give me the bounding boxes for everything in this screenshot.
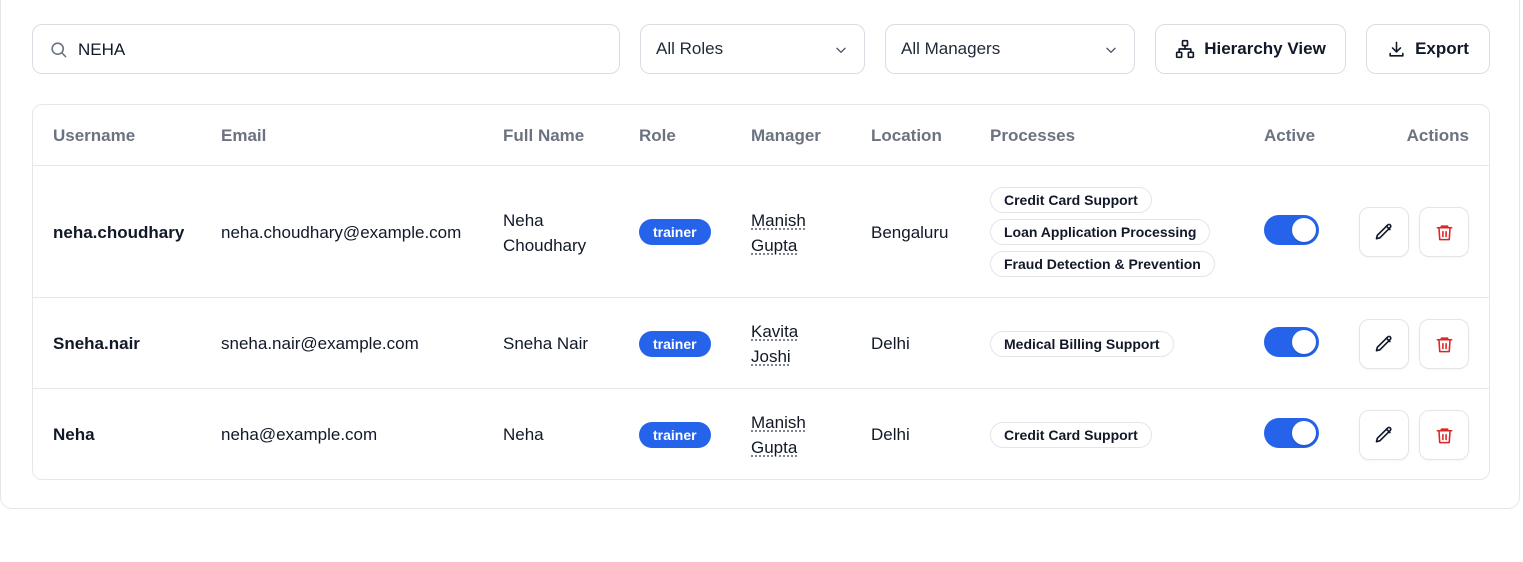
cell-full-name: Neha Choudhary xyxy=(503,208,586,258)
active-toggle[interactable] xyxy=(1264,215,1319,245)
active-toggle[interactable] xyxy=(1264,327,1319,357)
search-icon xyxy=(51,42,67,58)
hierarchy-icon xyxy=(1176,39,1195,59)
pencil-icon xyxy=(1375,426,1392,443)
toggle-knob xyxy=(1292,330,1316,354)
download-icon xyxy=(1389,41,1404,57)
manager-last-name: Gupta xyxy=(751,236,798,255)
cell-email: neha@example.com xyxy=(221,425,378,444)
pencil-icon xyxy=(1375,223,1392,240)
header-full-name[interactable]: Full Name xyxy=(503,126,584,146)
hierarchy-view-label: Hierarchy View xyxy=(1204,39,1326,58)
cell-location: Delhi xyxy=(871,334,910,353)
header-username[interactable]: Username xyxy=(53,126,135,146)
manager-last-name: Gupta xyxy=(751,438,798,457)
cell-manager: Manish Gupta xyxy=(751,208,806,258)
role-badge: trainer xyxy=(639,219,711,245)
delete-button[interactable] xyxy=(1419,410,1469,460)
export-button[interactable]: Export xyxy=(1366,24,1490,74)
header-email[interactable]: Email xyxy=(221,126,266,146)
search-input[interactable] xyxy=(78,37,598,63)
users-panel: All Roles All Managers Hierarchy View Ex… xyxy=(1,1,1519,510)
users-table: Username Email Full Name Role Manager Lo… xyxy=(32,104,1490,480)
cell-username: Neha xyxy=(53,425,95,444)
cell-full-name: Sneha Nair xyxy=(503,334,589,353)
cell-full-name: Neha xyxy=(503,425,544,444)
trash-icon xyxy=(1436,336,1452,352)
edit-button[interactable] xyxy=(1359,410,1409,460)
table-row: Neha neha@example.com Neha trainer Manis… xyxy=(33,389,1489,479)
process-chip: Fraud Detection & Prevention xyxy=(990,251,1215,277)
manager-last-name: Joshi xyxy=(751,347,791,366)
header-actions: Actions xyxy=(1406,126,1469,145)
process-chip: Credit Card Support xyxy=(990,422,1152,448)
toggle-knob xyxy=(1292,421,1316,445)
full-name-line: Neha xyxy=(503,211,544,230)
table-header: Username Email Full Name Role Manager Lo… xyxy=(33,105,1489,166)
role-filter-select[interactable]: All Roles xyxy=(640,24,865,74)
pencil-icon xyxy=(1375,335,1392,352)
toggle-knob xyxy=(1292,218,1316,242)
cell-email: neha.choudhary@example.com xyxy=(221,223,462,242)
trash-icon xyxy=(1436,224,1452,240)
cell-username: Sneha.nair xyxy=(53,334,140,353)
manager-filter-value: All Managers xyxy=(901,39,1001,58)
manager-filter-select[interactable]: All Managers xyxy=(885,24,1135,74)
edit-button[interactable] xyxy=(1359,207,1409,257)
active-toggle[interactable] xyxy=(1264,418,1319,448)
full-name-line: Choudhary xyxy=(503,236,587,255)
process-chip: Loan Application Processing xyxy=(990,219,1211,245)
users-card: All Roles All Managers Hierarchy View Ex… xyxy=(0,0,1520,509)
delete-button[interactable] xyxy=(1419,319,1469,369)
cell-location: Delhi xyxy=(871,425,910,444)
process-chip: Medical Billing Support xyxy=(990,331,1174,357)
trash-icon xyxy=(1436,427,1452,443)
cell-username: neha.choudhary xyxy=(53,223,185,242)
hierarchy-view-button[interactable]: Hierarchy View xyxy=(1155,24,1346,74)
header-role[interactable]: Role xyxy=(639,126,676,146)
chevron-down-icon xyxy=(836,47,846,53)
table-row: neha.choudhary neha.choudhary@example.co… xyxy=(33,166,1489,298)
search-box[interactable] xyxy=(32,24,620,74)
role-badge: trainer xyxy=(639,422,711,448)
manager-first-name: Manish xyxy=(751,413,806,432)
header-active: Active xyxy=(1264,126,1316,145)
export-label: Export xyxy=(1415,39,1469,58)
role-badge: trainer xyxy=(639,331,711,357)
header-location[interactable]: Location xyxy=(871,126,942,146)
cell-manager: Manish Gupta xyxy=(751,410,806,460)
header-processes: Processes xyxy=(990,126,1076,145)
cell-location: Bengaluru xyxy=(871,223,949,242)
edit-button[interactable] xyxy=(1359,319,1409,369)
chevron-down-icon xyxy=(1106,47,1116,53)
manager-first-name: Kavita xyxy=(751,322,799,341)
cell-email: sneha.nair@example.com xyxy=(221,334,419,353)
manager-first-name: Manish xyxy=(751,211,806,230)
process-chip: Credit Card Support xyxy=(990,187,1152,213)
table-row: Sneha.nair sneha.nair@example.com Sneha … xyxy=(33,298,1489,389)
header-manager[interactable]: Manager xyxy=(751,126,821,146)
cell-manager: Kavita Joshi xyxy=(751,319,798,369)
role-filter-value: All Roles xyxy=(656,39,724,58)
delete-button[interactable] xyxy=(1419,207,1469,257)
